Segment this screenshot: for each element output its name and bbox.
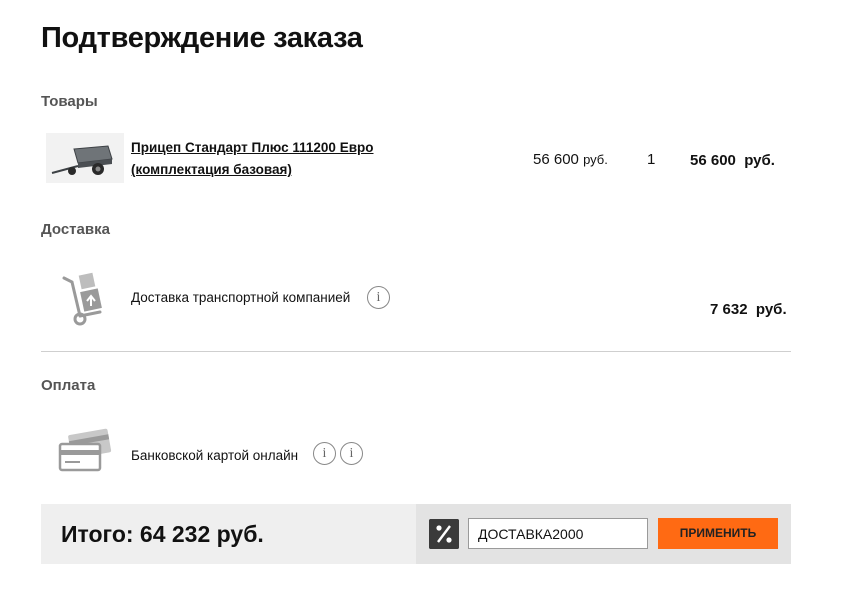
delivery-method: Доставка транспортной компанией xyxy=(131,290,351,305)
payment-info-icon[interactable]: i xyxy=(313,442,336,465)
section-label-payment: Оплата xyxy=(41,377,96,394)
product-unit-price: 56 600 руб. xyxy=(533,151,608,168)
payment-method: Банковской картой онлайн xyxy=(131,448,299,463)
hand-truck-icon xyxy=(62,272,102,326)
order-total: Итого: 64 232 руб. xyxy=(61,521,264,547)
apply-promo-button[interactable]: ПРИМЕНИТЬ xyxy=(658,518,778,549)
credit-cards-icon xyxy=(58,428,112,472)
product-price-value: 56 600 xyxy=(533,151,579,168)
percent-icon xyxy=(429,519,459,549)
trailer-image xyxy=(46,133,124,183)
promo-code-input[interactable] xyxy=(468,518,648,549)
delivery-info-icon[interactable]: i xyxy=(367,286,390,309)
payment-info-icon-secondary[interactable]: i xyxy=(340,442,363,465)
section-label-goods: Товары xyxy=(41,93,98,110)
page-title: Подтверждение заказа xyxy=(41,22,363,54)
product-link[interactable]: Прицеп Стандарт Плюс 111200 Евро (компле… xyxy=(131,137,401,181)
section-label-delivery: Доставка xyxy=(41,221,110,238)
delivery-price: 7 632 руб. xyxy=(710,301,787,318)
product-quantity: 1 xyxy=(647,151,656,168)
divider xyxy=(41,351,791,352)
product-total: 56 600 руб. xyxy=(690,152,775,169)
product-price-currency: руб. xyxy=(583,152,608,167)
